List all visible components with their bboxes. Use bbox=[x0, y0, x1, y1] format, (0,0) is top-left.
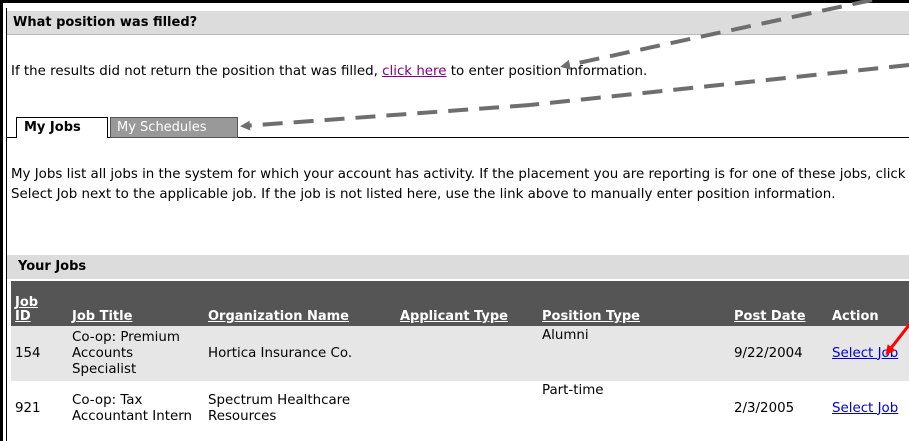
applicant-type-cell bbox=[396, 326, 538, 381]
results-prefix: If the results did not return the positi… bbox=[11, 64, 383, 79]
tab-divider bbox=[108, 137, 110, 138]
your-jobs-title: Your Jobs bbox=[18, 259, 87, 274]
tab-divider bbox=[238, 137, 909, 138]
column-header-job-title[interactable]: Job Title bbox=[68, 281, 204, 326]
your-jobs-header: Your Jobs bbox=[7, 255, 909, 279]
select-job-link[interactable]: Select Job bbox=[832, 346, 898, 361]
organization-cell: Spectrum Healthcare Resources bbox=[204, 381, 396, 436]
post-date-cell: 9/22/2004 bbox=[730, 326, 828, 381]
column-header-applicant-type[interactable]: Applicant Type bbox=[396, 281, 538, 326]
jobs-table: Job ID Job Title Organization Name Appli… bbox=[11, 281, 909, 436]
results-suffix: to enter position information. bbox=[446, 64, 648, 79]
click-here-link[interactable]: click here bbox=[382, 64, 446, 79]
tab-my-schedules[interactable]: My Schedules bbox=[110, 117, 238, 138]
applicant-type-cell bbox=[396, 381, 538, 436]
column-header-post-date[interactable]: Post Date bbox=[730, 281, 828, 326]
my-jobs-description: My Jobs list all jobs in the system for … bbox=[11, 167, 906, 202]
results-message: If the results did not return the positi… bbox=[11, 64, 647, 79]
table-header-row: Job ID Job Title Organization Name Appli… bbox=[11, 281, 909, 326]
section-title: What position was filled? bbox=[13, 15, 198, 30]
section-header: What position was filled? bbox=[7, 11, 909, 35]
job-title-cell: Co-op: Tax Accountant Intern bbox=[68, 381, 204, 436]
column-header-position-type[interactable]: Position Type bbox=[538, 281, 730, 326]
action-cell: Select Job bbox=[828, 381, 909, 436]
organization-cell: Hortica Insurance Co. bbox=[204, 326, 396, 381]
position-type-cell: Alumni bbox=[538, 326, 730, 381]
table-row: 154 Co-op: Premium Accounts Specialist H… bbox=[11, 326, 909, 381]
table-row: 921 Co-op: Tax Accountant Intern Spectru… bbox=[11, 381, 909, 436]
column-header-organization[interactable]: Organization Name bbox=[204, 281, 396, 326]
action-cell: Select Job bbox=[828, 326, 909, 381]
column-header-action: Action bbox=[828, 281, 909, 326]
job-title-cell: Co-op: Premium Accounts Specialist bbox=[68, 326, 204, 381]
select-job-link[interactable]: Select Job bbox=[832, 401, 898, 416]
job-id-cell: 154 bbox=[11, 326, 68, 381]
job-id-cell: 921 bbox=[11, 381, 68, 436]
column-header-job-id[interactable]: Job ID bbox=[11, 281, 68, 326]
tab-divider bbox=[7, 137, 16, 138]
position-type-cell: Part-time bbox=[538, 381, 730, 436]
post-date-cell: 2/3/2005 bbox=[730, 381, 828, 436]
tab-my-jobs[interactable]: My Jobs bbox=[16, 117, 108, 138]
